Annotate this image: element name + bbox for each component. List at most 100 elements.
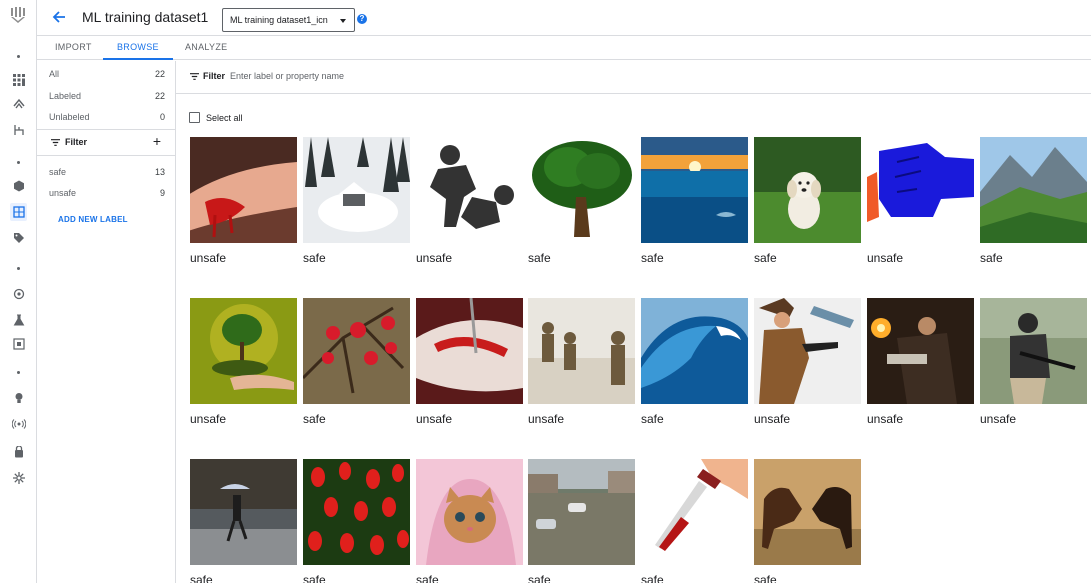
dataset-dropdown-value: ML training dataset1_icn	[230, 15, 328, 25]
image-label: safe	[303, 412, 326, 426]
divider	[37, 129, 175, 130]
image-tile[interactable]: unsafe	[867, 137, 974, 265]
image-label: unsafe	[867, 412, 904, 426]
help-icon[interactable]: ?	[357, 14, 367, 24]
datasets-icon[interactable]	[0, 202, 37, 222]
sidebar-filter-label: Filter	[65, 137, 88, 147]
filter-input[interactable]	[230, 67, 530, 85]
sidebar-item-unsafe[interactable]: unsafe 9	[49, 188, 165, 202]
nav-separator-dot	[0, 362, 37, 382]
tab-browse[interactable]: BROWSE	[103, 42, 173, 60]
surgery-image	[416, 298, 523, 404]
chevron-down-icon	[340, 19, 346, 23]
image-tile[interactable]: safe	[303, 298, 410, 426]
image-label: unsafe	[416, 251, 453, 265]
nav-separator-dot	[0, 152, 37, 172]
soldiers-image	[528, 298, 635, 404]
shootout-image	[867, 298, 974, 404]
filter-label: Filter	[203, 71, 226, 81]
filter-button[interactable]: Filter	[190, 71, 225, 81]
image-tile[interactable]: safe	[528, 459, 635, 583]
image-label: unsafe	[190, 412, 227, 426]
image-label: safe	[641, 412, 664, 426]
dashboard-icon[interactable]	[0, 70, 37, 90]
pipelines-icon[interactable]	[0, 120, 37, 140]
image-label: safe	[190, 573, 213, 583]
image-tile[interactable]: unsafe	[980, 298, 1087, 426]
image-label: safe	[754, 573, 777, 583]
image-tile[interactable]: unsafe	[190, 298, 297, 426]
sidebar-item-unlabeled[interactable]: Unlabeled 0	[49, 112, 165, 126]
bloody-knife-image	[641, 459, 748, 565]
image-tile[interactable]: safe	[303, 459, 410, 583]
bleeding-finger-image	[190, 137, 297, 243]
endpoints-icon[interactable]	[0, 414, 37, 434]
image-label: safe	[980, 251, 1003, 265]
fighting-figures-image	[416, 137, 523, 243]
tree-image	[528, 137, 635, 243]
image-tile[interactable]: safe	[754, 137, 861, 265]
workbench-icon[interactable]	[0, 284, 37, 304]
sidebar-item-label: unsafe	[49, 188, 77, 198]
filter-bar: Filter	[176, 61, 1091, 94]
image-label: safe	[641, 573, 664, 583]
sidebar-item-safe[interactable]: safe 13	[49, 167, 165, 181]
armed-soldier-image	[980, 298, 1087, 404]
sidebar-filter-button[interactable]: Filter	[51, 137, 87, 147]
sidebar-item-count: 22	[154, 69, 165, 79]
sidebar-item-label: safe	[49, 167, 67, 177]
metadata-icon[interactable]	[0, 334, 37, 354]
image-tile[interactable]: safe	[641, 137, 748, 265]
image-label: safe	[754, 251, 777, 265]
image-tile[interactable]: unsafe	[416, 298, 523, 426]
image-label: safe	[528, 251, 551, 265]
select-all-row: Select all	[189, 112, 243, 123]
sidebar-item-all[interactable]: All 22	[49, 69, 165, 83]
model-garden-icon[interactable]	[0, 94, 37, 114]
batch-predictions-icon[interactable]	[0, 442, 37, 462]
image-tile[interactable]: unsafe	[416, 137, 523, 265]
fighting-horses-image	[754, 459, 861, 565]
add-new-label-button[interactable]: ADD NEW LABEL	[58, 215, 128, 224]
experiments-icon[interactable]	[0, 310, 37, 330]
dataset-dropdown[interactable]: ML training dataset1_icn	[222, 8, 355, 32]
sidebar-item-label: Unlabeled	[49, 112, 90, 122]
image-tile[interactable]: unsafe	[867, 298, 974, 426]
tab-import[interactable]: IMPORT	[55, 42, 92, 60]
sidebar-item-label: Labeled	[49, 91, 82, 101]
select-all-checkbox[interactable]	[189, 112, 200, 123]
tab-analyze[interactable]: ANALYZE	[185, 42, 227, 60]
select-all-label: Select all	[206, 112, 243, 123]
image-tile[interactable]: safe	[980, 137, 1087, 265]
image-tile[interactable]: unsafe	[754, 298, 861, 426]
image-tile[interactable]: unsafe	[190, 137, 297, 265]
image-tile[interactable]: safe	[303, 137, 410, 265]
gunman-image	[754, 298, 861, 404]
back-arrow-icon[interactable]	[51, 9, 67, 25]
image-tile[interactable]: unsafe	[528, 298, 635, 426]
image-tile[interactable]: safe	[416, 459, 523, 583]
image-tile[interactable]: safe	[528, 137, 635, 265]
image-tile[interactable]: safe	[754, 459, 861, 583]
mountain-valley-image	[980, 137, 1087, 243]
add-label-plus-icon[interactable]: +	[153, 133, 161, 149]
tulips-image	[303, 459, 410, 565]
image-label: unsafe	[980, 412, 1017, 426]
divider	[37, 155, 175, 156]
image-label: unsafe	[416, 412, 453, 426]
image-label: safe	[641, 251, 664, 265]
image-tile[interactable]: safe	[190, 459, 297, 583]
vertex-ai-logo-icon[interactable]	[9, 6, 27, 24]
sidebar-item-labeled[interactable]: Labeled 22	[49, 91, 165, 105]
feature-store-icon[interactable]	[0, 176, 37, 196]
labeling-tasks-icon[interactable]	[0, 228, 37, 248]
image-tile[interactable]: safe	[641, 298, 748, 426]
label-sidebar: All 22 Labeled 22 Unlabeled 0 Filter + s…	[37, 61, 176, 583]
page-header: ML training dataset1 ML training dataset…	[37, 0, 1091, 36]
models-icon[interactable]	[0, 388, 37, 408]
image-tile[interactable]: safe	[641, 459, 748, 583]
vizier-icon[interactable]	[0, 468, 37, 488]
filter-icon	[190, 72, 199, 80]
red-berries-image	[303, 298, 410, 404]
wave-image	[641, 298, 748, 404]
